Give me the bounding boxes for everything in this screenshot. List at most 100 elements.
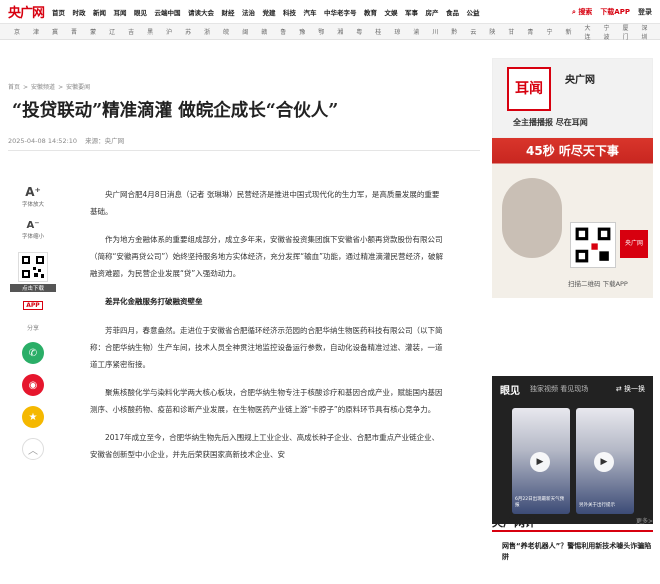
nav-item[interactable]: 财经 bbox=[222, 7, 235, 17]
comment-item[interactable]: 网售“养老机器人”？警惕利用新技术噱头诈骗陷阱 bbox=[502, 541, 652, 563]
nav-item[interactable]: 食品 bbox=[446, 7, 459, 17]
province-link[interactable]: 厦门 bbox=[623, 23, 629, 41]
qr-download[interactable]: 点击下载 APP bbox=[10, 252, 56, 311]
nav-item[interactable]: 文娱 bbox=[385, 7, 398, 17]
nav-item[interactable]: 新闻 bbox=[93, 7, 106, 17]
province-link[interactable]: 津 bbox=[33, 27, 39, 36]
divider bbox=[8, 150, 480, 151]
province-link[interactable]: 宁 bbox=[546, 27, 552, 36]
play-icon: ▶ bbox=[530, 452, 550, 472]
province-link[interactable]: 云 bbox=[470, 27, 476, 36]
province-bar: 京 津 冀 晋 蒙 辽 吉 黑 沪 苏 浙 皖 闽 赣 鲁 豫 鄂 湘 粤 桂 琼 渝 川 黔 云 陕 甘 青 宁 新 大连 宁波 厦门 深圳 bbox=[0, 23, 660, 41]
province-link[interactable]: 苏 bbox=[185, 27, 191, 36]
nav-item[interactable]: 请读大会 bbox=[188, 7, 214, 17]
paragraph: 2017年成立至今，合肥华纳生物先后入围规上工业企业、高成长种子企业、合肥市重点… bbox=[90, 433, 440, 459]
province-link[interactable]: 赣 bbox=[261, 27, 267, 36]
weibo-share-icon[interactable]: ◉ bbox=[22, 374, 44, 396]
province-link[interactable]: 京 bbox=[14, 27, 20, 36]
nav-item[interactable]: 汽车 bbox=[304, 7, 317, 17]
breadcrumb-item[interactable]: 安徽要闻 bbox=[66, 84, 90, 91]
ad-slogan: 全主播播报 尽在耳闻 bbox=[513, 118, 588, 127]
province-link[interactable]: 皖 bbox=[223, 27, 229, 36]
province-link[interactable]: 渝 bbox=[413, 27, 419, 36]
share-label: 分享 bbox=[26, 325, 39, 332]
video-card[interactable]: ▶ 另外关于出行提示 bbox=[576, 408, 634, 514]
article-source: 来源：央广网 bbox=[85, 137, 125, 145]
nav-item[interactable]: 时政 bbox=[73, 7, 86, 17]
main-nav: 首页 时政 新闻 耳闻 眼见 云端中国 请读大会 财经 法治 党建 科技 汽车 中华老字号 教育 文娱 军事房… bbox=[52, 7, 487, 17]
province-link[interactable]: 闽 bbox=[242, 27, 248, 36]
font-up-icon: A⁺ bbox=[25, 185, 41, 199]
nav-item[interactable]: 房产 bbox=[426, 7, 439, 17]
province-link[interactable]: 青 bbox=[527, 27, 533, 36]
breadcrumb-item[interactable]: 安徽频道 bbox=[31, 84, 55, 91]
font-down-button[interactable]: A⁻ 字体缩小 bbox=[10, 220, 56, 240]
province-link[interactable]: 桂 bbox=[375, 27, 381, 36]
login-link[interactable]: 登录 bbox=[638, 7, 652, 17]
search-link[interactable]: ⌕ 搜索 bbox=[572, 7, 592, 17]
microphone-icon bbox=[502, 178, 562, 258]
province-link[interactable]: 沪 bbox=[166, 27, 172, 36]
province-link[interactable]: 鄂 bbox=[318, 27, 324, 36]
province-link[interactable]: 宁波 bbox=[603, 23, 609, 41]
nav-item[interactable]: 党建 bbox=[263, 7, 276, 17]
download-app-link[interactable]: 下载APP bbox=[600, 7, 630, 17]
breadcrumb: 首页 > 安徽频道 > 安徽要闻 bbox=[8, 82, 93, 91]
search-label: 搜索 bbox=[578, 8, 593, 16]
nav-item[interactable]: 法治 bbox=[242, 7, 255, 17]
nav-item[interactable]: 耳闻 bbox=[114, 7, 127, 17]
nav-item[interactable]: 科技 bbox=[283, 7, 296, 17]
back-to-top-icon[interactable]: ︿ bbox=[22, 438, 44, 460]
province-link[interactable]: 吉 bbox=[128, 27, 134, 36]
top-navbar: 央广网 首页 时政 新闻 耳闻 眼见 云端中国 请读大会 财经 法治 党建 科技 汽车 中华老字号 教育文… bbox=[0, 0, 660, 24]
province-link[interactable]: 鲁 bbox=[280, 27, 286, 36]
province-link[interactable]: 湘 bbox=[337, 27, 343, 36]
video-card-caption: 另外关于出行提示 bbox=[579, 503, 615, 508]
font-down-label: 字体缩小 bbox=[21, 234, 44, 240]
ad-banner-main[interactable]: 45秒 听尽天下事 央广网 扫描二维码 下载APP bbox=[492, 138, 653, 298]
video-refresh-button[interactable]: ⇄ 换一换 bbox=[616, 384, 645, 394]
nav-item[interactable]: 军事 bbox=[405, 7, 418, 17]
video-title: 眼见 bbox=[500, 386, 520, 397]
paragraph: 央广网合肥4月8日消息（记者 张琳琳）民营经济是推进中国式现代化的生力军，是高质… bbox=[90, 190, 440, 216]
province-link[interactable]: 粤 bbox=[356, 27, 362, 36]
article-meta: 2025-04-08 14:52:10 来源：央广网 bbox=[8, 135, 130, 145]
nav-item[interactable]: 公益 bbox=[467, 7, 480, 17]
province-link[interactable]: 黔 bbox=[451, 27, 457, 36]
province-link[interactable]: 甘 bbox=[508, 27, 514, 36]
province-link[interactable]: 琼 bbox=[394, 27, 400, 36]
province-link[interactable]: 浙 bbox=[204, 27, 210, 36]
wechat-share-icon[interactable]: ✆ bbox=[22, 342, 44, 364]
province-link[interactable]: 辽 bbox=[109, 27, 115, 36]
video-card[interactable]: ▶ 6月22日出现最新天气预报 bbox=[512, 408, 570, 514]
comment-more-link[interactable]: 更多> bbox=[636, 516, 653, 525]
article-body: 央广网合肥4月8日消息（记者 张琳琳）民营经济是推进中国式现代化的生力军，是高质… bbox=[90, 186, 444, 474]
province-link[interactable]: 深圳 bbox=[642, 23, 648, 41]
province-link[interactable]: 陕 bbox=[489, 27, 495, 36]
app-tag[interactable]: APP bbox=[23, 301, 43, 310]
province-link[interactable]: 蒙 bbox=[90, 27, 96, 36]
province-link[interactable]: 豫 bbox=[299, 27, 305, 36]
province-link[interactable]: 黑 bbox=[147, 27, 153, 36]
province-link[interactable]: 大连 bbox=[584, 23, 590, 41]
video-module: 眼见 独家视频 看见现场 ⇄ 换一换 ▶ 6月22日出现最新天气预报 ▶ 另外关… bbox=[492, 376, 653, 524]
font-up-button[interactable]: A⁺ 字体放大 bbox=[10, 185, 56, 208]
site-logo[interactable]: 央广网 bbox=[8, 2, 52, 21]
province-link[interactable]: 冀 bbox=[52, 27, 58, 36]
nav-item[interactable]: 中华老字号 bbox=[324, 7, 357, 17]
nav-item[interactable]: 眼见 bbox=[134, 7, 147, 17]
article-title: “投贷联动”精准滴灌 做皖企成长“合伙人” bbox=[12, 101, 339, 121]
paragraph: 聚焦核酸化学与染料化学两大核心板块，合肥华纳生物专注于核酸诊疗和基因合成产业，赋… bbox=[90, 388, 443, 414]
ad-banner-top[interactable]: 耳闻 央广网 全主播播报 尽在耳闻 bbox=[492, 58, 653, 138]
province-link[interactable]: 晋 bbox=[71, 27, 77, 36]
nav-item[interactable]: 教育 bbox=[364, 7, 377, 17]
breadcrumb-item[interactable]: 首页 bbox=[8, 84, 20, 91]
refresh-icon: ⇄ bbox=[615, 385, 622, 393]
province-link[interactable]: 川 bbox=[432, 27, 438, 36]
font-up-label: 字体放大 bbox=[21, 202, 44, 208]
nav-item[interactable]: 云端中国 bbox=[155, 7, 181, 17]
province-link[interactable]: 新 bbox=[565, 27, 571, 36]
article-tools: A⁺ 字体放大 A⁻ 字体缩小 点击下载 APP 分享 ✆ ◉ ★ ︿ bbox=[10, 185, 56, 460]
qzone-share-icon[interactable]: ★ bbox=[22, 406, 44, 428]
nav-item[interactable]: 首页 bbox=[52, 7, 65, 17]
